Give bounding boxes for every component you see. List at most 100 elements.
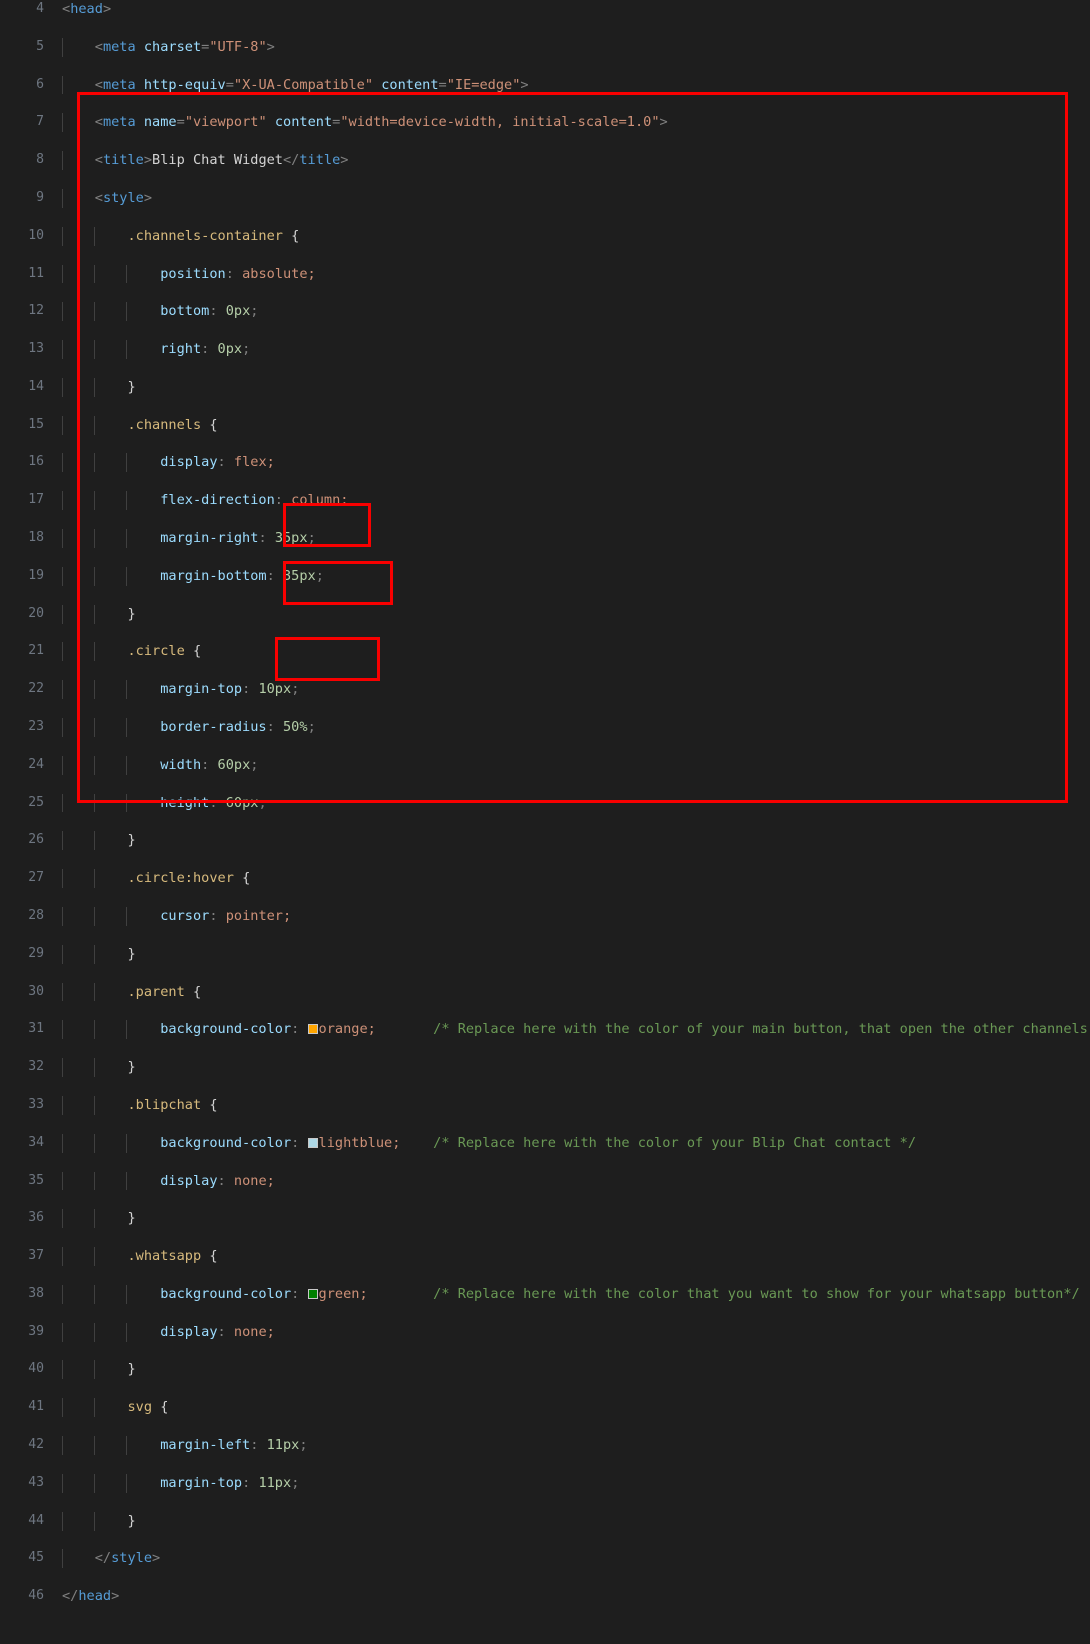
line-content: } xyxy=(127,378,136,395)
line-number: 9 xyxy=(36,189,44,205)
code-line[interactable]: 30 .parent { xyxy=(0,982,1090,1002)
code-line[interactable]: 5 <meta charset="UTF-8"> xyxy=(0,37,1090,57)
line-number: 16 xyxy=(28,454,44,470)
line-number: 44 xyxy=(28,1512,44,1528)
code-line[interactable]: 40 } xyxy=(0,1360,1090,1380)
code-line[interactable]: 31 background-color: orange; /* Replace … xyxy=(0,1020,1090,1040)
code-line[interactable]: 46 </head> xyxy=(0,1587,1090,1606)
line-content: background-color: orange; /* Replace her… xyxy=(62,1020,1090,1039)
line-number: 13 xyxy=(28,341,44,357)
line-number: 22 xyxy=(28,681,44,697)
line-content: display: flex; xyxy=(160,454,275,471)
code-line[interactable]: 14 } xyxy=(0,377,1090,397)
line-number: 7 xyxy=(36,114,44,130)
line-content: } xyxy=(127,945,136,962)
code-line[interactable]: 23 border-radius: 50%; xyxy=(0,718,1090,737)
line-content: .whatsapp { xyxy=(127,1248,218,1265)
code-line[interactable]: 6 <meta http-equiv="X-UA-Compatible" con… xyxy=(0,75,1090,95)
line-content: height: 60px; xyxy=(160,794,267,811)
code-line[interactable]: 37 .whatsapp { xyxy=(0,1247,1090,1266)
color-swatch-green[interactable] xyxy=(307,1288,318,1299)
line-number: 21 xyxy=(28,643,44,659)
line-number: 4 xyxy=(36,1,44,16)
code-line[interactable]: 35 display: none; xyxy=(0,1171,1090,1191)
code-lines-container[interactable]: 4 <head> 5 <meta charset="UTF-8"> 6 <met… xyxy=(0,0,1090,1604)
code-line[interactable]: 19 margin-bottom: 35px; xyxy=(0,566,1090,586)
line-number: 8 xyxy=(36,152,44,168)
line-content: <head> xyxy=(62,1,112,17)
code-line[interactable]: 41 svg { xyxy=(0,1398,1090,1418)
line-number: 40 xyxy=(28,1361,44,1377)
code-line[interactable]: 13 right: 0px; xyxy=(0,340,1090,359)
line-content: .parent { xyxy=(127,983,202,1000)
line-number: 15 xyxy=(28,416,44,432)
code-line[interactable]: 42 margin-left: 11px; xyxy=(0,1436,1090,1455)
line-content: border-radius: 50%; xyxy=(160,719,316,736)
code-line[interactable]: 34 background-color: lightblue; /* Repla… xyxy=(0,1133,1090,1153)
line-content: margin-top: 11px; xyxy=(160,1474,300,1491)
line-number: 14 xyxy=(28,378,44,394)
code-line[interactable]: 25 height: 60px; xyxy=(0,793,1090,813)
line-content: .channels-container { xyxy=(127,227,300,244)
line-content: margin-bottom: 35px; xyxy=(160,567,324,584)
code-line[interactable]: 45 </style> xyxy=(0,1549,1090,1569)
code-line[interactable]: 4 <head> xyxy=(0,0,1090,19)
line-content: .blipchat { xyxy=(127,1096,218,1113)
line-content: background-color: lightblue; /* Replace … xyxy=(160,1134,917,1151)
line-number: 29 xyxy=(28,945,44,961)
code-line[interactable]: 27 .circle:hover { xyxy=(0,869,1090,889)
code-line[interactable]: 16 display: flex; xyxy=(0,453,1090,473)
code-line[interactable]: 39 display: none; xyxy=(0,1322,1090,1342)
line-content: } xyxy=(127,1361,136,1378)
line-number: 46 xyxy=(28,1588,44,1604)
color-swatch-orange[interactable] xyxy=(307,1024,318,1035)
line-content: background-color: green; /* Replace here… xyxy=(160,1285,1080,1302)
code-line[interactable]: 8 <title>Blip Chat Widget</title> xyxy=(0,151,1090,171)
code-line[interactable]: 18 margin-right: 35px; xyxy=(0,529,1090,548)
code-line[interactable]: 32 } xyxy=(0,1058,1090,1078)
code-line[interactable]: 22 margin-top: 10px; xyxy=(0,680,1090,700)
line-number: 12 xyxy=(28,303,44,319)
code-editor-window[interactable]: 4 <head> 5 <meta charset="UTF-8"> 6 <met… xyxy=(0,0,1090,1604)
code-line[interactable]: 12 bottom: 0px; xyxy=(0,302,1090,322)
code-line[interactable]: 11 position: absolute; xyxy=(0,264,1090,284)
code-line[interactable]: 24 width: 60px; xyxy=(0,755,1090,775)
code-comment-whatsapp: /* Replace here with the color that you … xyxy=(433,1285,1080,1302)
code-line[interactable]: 33 .blipchat { xyxy=(0,1095,1090,1115)
code-line[interactable]: 20 } xyxy=(0,604,1090,624)
css-value-orange: orange; xyxy=(318,1021,376,1038)
line-number: 31 xyxy=(28,1021,44,1037)
line-content: } xyxy=(127,832,136,849)
line-number: 24 xyxy=(28,756,44,772)
line-number: 10 xyxy=(28,227,44,243)
code-line[interactable]: 43 margin-top: 11px; xyxy=(0,1473,1090,1493)
line-content: <meta name="viewport" content="width=dev… xyxy=(94,114,668,131)
line-number: 36 xyxy=(28,1210,44,1226)
code-line[interactable]: 26 } xyxy=(0,831,1090,851)
code-line[interactable]: 10 .channels-container { xyxy=(0,226,1090,246)
code-line[interactable]: 36 } xyxy=(0,1209,1090,1229)
code-line[interactable]: 28 cursor: pointer; xyxy=(0,906,1090,926)
color-swatch-lightblue[interactable] xyxy=(307,1137,318,1148)
line-content: </head> xyxy=(62,1588,120,1605)
code-line[interactable]: 29 } xyxy=(0,944,1090,964)
line-content: cursor: pointer; xyxy=(160,907,292,924)
line-content: <title>Blip Chat Widget</title> xyxy=(94,152,349,169)
line-content: .circle { xyxy=(127,643,202,660)
line-content: <meta charset="UTF-8"> xyxy=(94,38,275,55)
code-line[interactable]: 15 .channels { xyxy=(0,415,1090,435)
line-content: right: 0px; xyxy=(160,341,251,358)
line-number: 18 xyxy=(28,530,44,546)
code-line[interactable]: 17 flex-direction: column; xyxy=(0,491,1090,511)
code-line[interactable]: 7 <meta name="viewport" content="width=d… xyxy=(0,113,1090,133)
code-line[interactable]: 38 background-color: green; /* Replace h… xyxy=(0,1284,1090,1304)
code-line[interactable]: 21 .circle { xyxy=(0,642,1090,662)
line-content: width: 60px; xyxy=(160,756,259,773)
line-content: } xyxy=(127,1512,136,1529)
css-value-green: green; xyxy=(318,1285,368,1302)
code-line[interactable]: 44 } xyxy=(0,1511,1090,1531)
code-line[interactable]: 9 <style> xyxy=(0,188,1090,208)
line-number: 41 xyxy=(28,1399,44,1415)
line-number: 20 xyxy=(28,605,44,621)
code-comment-blipchat: /* Replace here with the color of your B… xyxy=(433,1134,917,1151)
